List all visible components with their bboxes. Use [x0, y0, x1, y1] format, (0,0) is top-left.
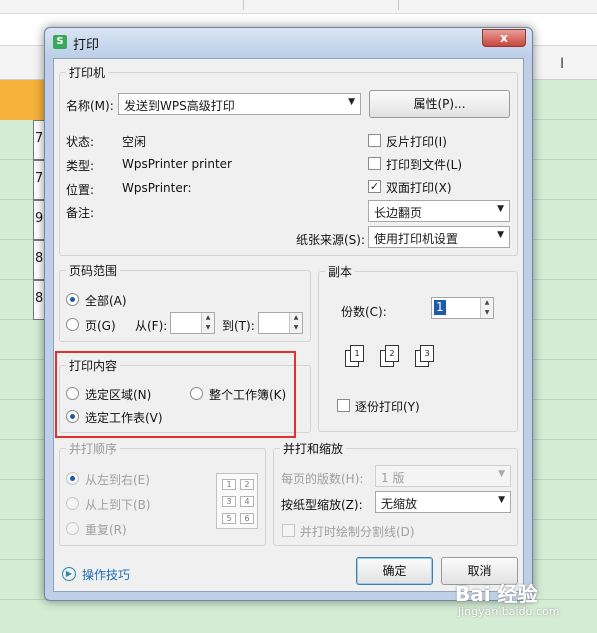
order-cell: 2 [240, 479, 254, 490]
location-value: WpsPrinter: [122, 181, 192, 195]
paper-source-label: 纸张来源(S): [296, 233, 366, 247]
type-label: 类型: [66, 159, 95, 173]
page-range-group-title: 页码范围 [66, 262, 121, 279]
scale-value: 无缩放 [381, 497, 418, 511]
top-to-bottom-radio[interactable] [66, 497, 79, 510]
location-label: 位置: [66, 183, 95, 197]
ok-button[interactable]: 确定 [356, 557, 433, 585]
repeat-radio[interactable] [66, 522, 79, 535]
collate-label[interactable]: 逐份打印(Y) [355, 398, 420, 415]
draw-lines-label[interactable]: 并打时绘制分割线(D) [300, 523, 415, 540]
printer-group-title: 打印机 [66, 64, 109, 81]
dialog-title: 打印 [73, 38, 100, 53]
chevron-down-icon: ▼ [497, 230, 504, 240]
comment-label: 备注: [66, 206, 95, 220]
chevron-down-icon: ▼ [497, 204, 504, 214]
order-cell: 1 [222, 479, 236, 490]
printer-name-label: 名称(M): [66, 99, 114, 113]
pages-per-sheet-label: 每页的版数(H): [281, 472, 364, 486]
draw-lines-checkbox[interactable] [282, 524, 295, 537]
repeat-label[interactable]: 重复(R) [85, 521, 127, 538]
printer-name-select[interactable]: 发送到WPS高级打印 ▼ [118, 93, 361, 115]
order-cell: 6 [240, 513, 254, 524]
range-pages-label[interactable]: 页(G) [85, 317, 116, 334]
duplex-print-label[interactable]: 双面打印(X) [386, 179, 452, 196]
order-cell: 3 [222, 496, 236, 507]
chevron-down-icon: ▼ [498, 495, 505, 505]
range-to-label: 到(T): [222, 319, 255, 333]
scale-label: 按纸型缩放(Z): [281, 498, 363, 512]
range-all-radio[interactable] [66, 293, 79, 306]
scale-select[interactable]: 无缩放 ▼ [375, 491, 511, 513]
copies-group-title: 副本 [325, 263, 356, 280]
order-cell: 4 [240, 496, 254, 507]
collate-pages-icon: 1 2 3 [345, 345, 441, 375]
pages-per-sheet-select[interactable]: 1 版 ▼ [375, 465, 511, 487]
reverse-print-checkbox[interactable] [368, 134, 381, 147]
print-order-group-title: 并打顺序 [66, 440, 121, 457]
range-from-label: 从(F): [135, 319, 168, 333]
type-value: WpsPrinter printer [122, 157, 232, 171]
watermark-url: jingyan.baidu.com [458, 605, 560, 618]
print-to-file-checkbox[interactable] [368, 157, 381, 170]
print-to-file-label[interactable]: 打印到文件(L) [386, 156, 462, 173]
reverse-print-label[interactable]: 反片打印(I) [386, 133, 447, 150]
print-order-preview-icon: 1 2 3 4 5 6 [216, 473, 258, 529]
text-cursor-icon: I [560, 56, 565, 72]
spinner-arrows-icon[interactable]: ▲ ▼ [201, 313, 214, 333]
duplex-mode-value: 长边翻页 [374, 206, 423, 220]
range-from-input[interactable]: ▲ ▼ [170, 312, 215, 334]
left-to-right-radio[interactable] [66, 472, 79, 485]
properties-button[interactable]: 属性(P)... [369, 90, 510, 118]
close-button[interactable]: x [482, 29, 526, 47]
status-label: 状态: [66, 135, 95, 149]
copies-count-value: 1 [434, 300, 446, 315]
copies-count-label: 份数(C): [341, 305, 387, 319]
highlight-annotation-box [55, 351, 296, 438]
order-cell: 5 [222, 513, 236, 524]
chevron-down-icon: ▼ [348, 97, 355, 107]
tips-link[interactable]: 操作技巧 [82, 566, 130, 583]
copies-count-input[interactable]: 1 ▲ ▼ [431, 297, 494, 319]
chevron-down-icon: ▼ [498, 469, 505, 479]
merge-zoom-group-title: 并打和缩放 [280, 440, 347, 457]
watermark-logo: Bai 经验 [455, 582, 538, 606]
pages-per-sheet-value: 1 版 [381, 471, 405, 485]
paper-source-value: 使用打印机设置 [374, 232, 459, 246]
range-to-input[interactable]: ▲ ▼ [258, 312, 303, 334]
range-all-label[interactable]: 全部(A) [85, 292, 127, 309]
sheet-toolbar [0, 0, 597, 14]
left-to-right-label[interactable]: 从左到右(E) [85, 471, 150, 488]
printer-name-value: 发送到WPS高级打印 [124, 99, 235, 113]
collate-checkbox[interactable] [337, 399, 350, 412]
wps-app-icon: S [53, 35, 67, 49]
duplex-print-checkbox[interactable]: ✓ [368, 180, 381, 193]
paper-source-select[interactable]: 使用打印机设置 ▼ [368, 226, 510, 248]
tips-play-icon[interactable]: ▶ [62, 567, 76, 581]
spinner-arrows-icon[interactable]: ▲ ▼ [289, 313, 302, 333]
status-value: 空闲 [122, 135, 147, 149]
duplex-mode-select[interactable]: 长边翻页 ▼ [368, 200, 510, 222]
range-pages-radio[interactable] [66, 318, 79, 331]
dialog-titlebar[interactable]: S 打印 x [45, 28, 532, 56]
header-cell[interactable] [0, 80, 46, 120]
top-to-bottom-label[interactable]: 从上到下(B) [85, 496, 151, 513]
spinner-arrows-icon[interactable]: ▲ ▼ [480, 298, 493, 318]
